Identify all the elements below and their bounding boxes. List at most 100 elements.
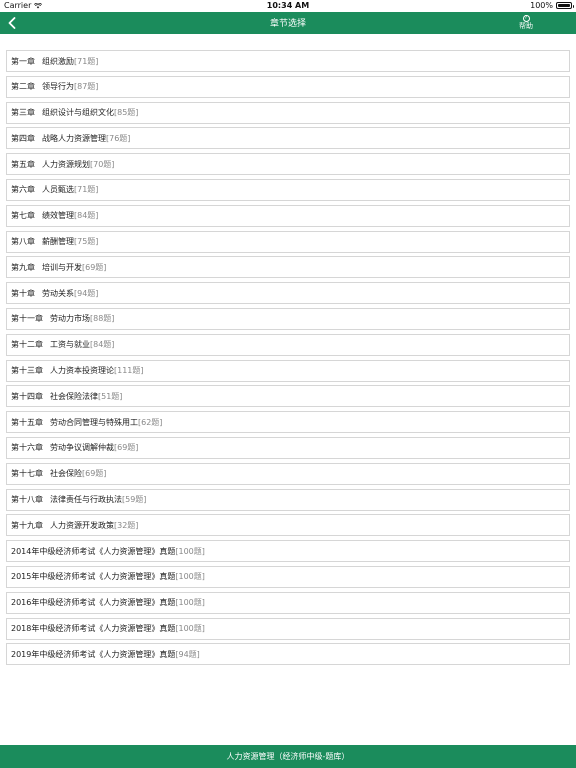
question-count: [62题] [138,417,163,427]
chapter-name: 人员甄选 [42,185,74,195]
chapter-item[interactable]: 2019年中级经济师考试《人力资源管理》真题 [94题] [6,643,570,666]
page-title: 章节选择 [269,19,306,29]
question-count: [94题] [175,649,200,659]
chapter-number: 第十章 [11,288,35,298]
chapter-item[interactable]: 第十五章 劳动合同管理与特殊用工 [62题] [6,411,570,434]
chapter-name: 2018年中级经济师考试《人力资源管理》真题 [11,624,176,634]
battery-percent: 100% [530,1,553,10]
chapter-number: 第十一章 [11,314,43,324]
clock: 10:34 AM [266,1,310,10]
chapter-name: 工资与就业 [50,340,90,350]
chapter-number: 第八章 [11,237,35,247]
question-count: [75题] [74,237,99,247]
chapter-number: 第十七章 [11,469,43,479]
chapter-name: 战略人力资源管理 [42,133,106,143]
chapter-name: 薪酬管理 [42,237,74,247]
question-count: [70题] [90,159,115,169]
question-count: [76题] [106,133,131,143]
chapter-name: 人力资本投资理论 [50,366,114,376]
chapter-item[interactable]: 第二章 领导行为 [87题] [6,75,570,98]
footer-title: 人力资源管理（经济师中级-题库） [226,752,350,761]
footer-bar: 人力资源管理（经济师中级-题库） [0,745,576,768]
chapter-name: 劳动力市场 [50,314,90,324]
chapter-item[interactable]: 第十六章 劳动争议调解仲裁 [69题] [6,436,570,459]
chapter-item[interactable]: 2014年中级经济师考试《人力资源管理》真题 [100题] [6,540,570,563]
chapter-item[interactable]: 第十二章 工资与就业 [84题] [6,333,570,356]
chapter-item[interactable]: 第十三章 人力资本投资理论 [111题] [6,359,570,382]
question-count: [100题] [175,598,205,608]
chapter-number: 第十四章 [11,391,43,401]
chapter-number: 第十九章 [11,520,43,530]
question-count: [85题] [114,108,139,118]
chapter-name: 人力资源规划 [42,159,90,169]
question-count: [84题] [74,211,99,221]
question-count: [69题] [82,262,107,272]
question-count: [51题] [98,391,123,401]
chapter-item[interactable]: 第十四章 社会保险法律 [51题] [6,385,570,408]
chapter-name: 社会保险法律 [50,391,98,401]
question-count: [32题] [114,520,139,530]
chapter-number: 第四章 [11,133,35,143]
question-count: [88题] [90,314,115,324]
chapter-item[interactable]: 第十八章 法律责任与行政执法 [59题] [6,488,570,511]
question-count: [69题] [114,443,139,453]
chapter-number: 第一章 [11,56,35,66]
chapter-name: 2016年中级经济师考试《人力资源管理》真题 [11,598,176,608]
chapter-item[interactable]: 第七章 绩效管理 [84题] [6,204,570,227]
help-icon: ? [522,15,530,22]
question-count: [94题] [74,288,99,298]
chapter-number: 第九章 [11,262,35,272]
chapter-name: 劳动争议调解仲裁 [50,443,114,453]
question-count: [71题] [74,185,99,195]
battery-icon [556,2,574,9]
chapter-number: 第十五章 [11,417,43,427]
question-count: [71题] [74,56,99,66]
help-label: 帮助 [519,22,533,30]
chapter-name: 人力资源开发政策 [50,520,114,530]
chapter-item[interactable]: 第十九章 人力资源开发政策 [32题] [6,514,570,537]
chapter-number: 第十三章 [11,366,43,376]
chapter-item[interactable]: 第十七章 社会保险 [69题] [6,462,570,485]
question-count: [100题] [175,624,205,634]
chapter-number: 第五章 [11,159,35,169]
chapter-item[interactable]: 2016年中级经济师考试《人力资源管理》真题 [100题] [6,591,570,614]
battery-group: 100% [530,1,574,10]
chapter-item[interactable]: 2015年中级经济师考试《人力资源管理》真题 [100题] [6,565,570,588]
chapter-number: 第七章 [11,211,35,221]
help-button[interactable]: ? 帮助 [514,13,538,31]
chapter-name: 组织激励 [42,56,74,66]
chapter-item[interactable]: 2018年中级经济师考试《人力资源管理》真题 [100题] [6,617,570,640]
chapter-number: 第三章 [11,108,35,118]
status-bar: Carrier 10:34 AM 100% [0,0,576,12]
chapter-name: 劳动合同管理与特殊用工 [50,417,138,427]
chapter-item[interactable]: 第五章 人力资源规划 [70题] [6,153,570,176]
chapter-name: 组织设计与组织文化 [42,108,114,118]
question-count: [100题] [175,572,205,582]
chapter-item[interactable]: 第十章 劳动关系 [94题] [6,282,570,305]
chapter-name: 2019年中级经济师考试《人力资源管理》真题 [11,649,176,659]
chapter-name: 法律责任与行政执法 [50,495,122,505]
chapter-number: 第十二章 [11,340,43,350]
question-count: [69题] [82,469,107,479]
question-count: [59题] [122,495,147,505]
question-count: [111题] [114,366,144,376]
question-count: [84题] [90,340,115,350]
chapter-list: 第一章 组织激励 [71题] 第二章 领导行为 [87题] 第三章 组织设计与组织文化 [85题… [6,50,570,669]
chapter-name: 领导行为 [42,82,74,92]
chapter-item[interactable]: 第六章 人员甄选 [71题] [6,178,570,201]
chapter-item[interactable]: 第三章 组织设计与组织文化 [85题] [6,101,570,124]
chapter-number: 第二章 [11,82,35,92]
chapter-name: 2015年中级经济师考试《人力资源管理》真题 [11,572,176,582]
chapter-item[interactable]: 第八章 薪酬管理 [75题] [6,230,570,253]
chapter-item[interactable]: 第一章 组织激励 [71题] [6,50,570,72]
chapter-item[interactable]: 第四章 战略人力资源管理 [76题] [6,127,570,150]
chapter-item[interactable]: 第九章 培训与开发 [69题] [6,256,570,279]
navigation-bar: 章节选择 ? 帮助 [0,12,576,34]
chapter-name: 培训与开发 [42,262,82,272]
chapter-name: 劳动关系 [42,288,74,298]
question-count: [87题] [74,82,99,92]
chapter-item[interactable]: 第十一章 劳动力市场 [88题] [6,307,570,330]
chapter-number: 第六章 [11,185,35,195]
chapter-name: 社会保险 [50,469,82,479]
chapter-name: 绩效管理 [42,211,74,221]
